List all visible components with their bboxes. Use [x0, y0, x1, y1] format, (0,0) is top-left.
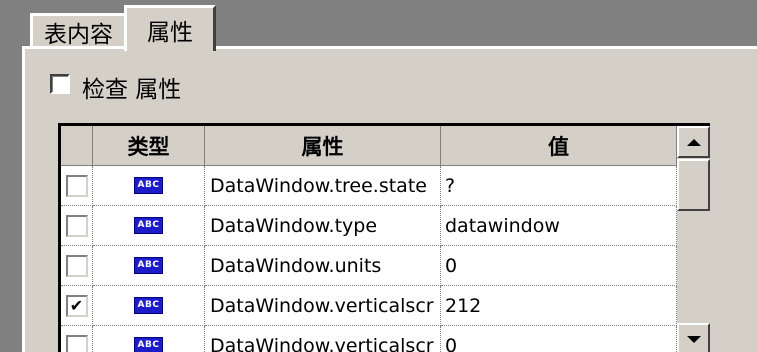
table-row[interactable]: ABC DataWindow.tree.state ?: [61, 166, 677, 206]
check-properties-label: 检查 属性: [82, 77, 182, 103]
row-checkbox[interactable]: [65, 254, 88, 277]
column-header-value[interactable]: 值: [441, 126, 677, 166]
attribute-cell[interactable]: DataWindow.verticalscr: [205, 286, 441, 326]
abc-string-icon: ABC: [133, 257, 164, 274]
value-cell[interactable]: 212: [441, 286, 677, 326]
active-tab-joint: [127, 46, 213, 50]
abc-string-icon: ABC: [133, 297, 164, 314]
row-checkbox[interactable]: [65, 214, 88, 237]
row-checkbox[interactable]: ✔: [65, 294, 88, 317]
table-row[interactable]: ✔ ABC DataWindow.verticalscr 212: [61, 286, 677, 326]
value-cell[interactable]: 0: [441, 326, 677, 352]
grid-header-corner: [61, 126, 93, 166]
attribute-cell[interactable]: DataWindow.type: [205, 206, 441, 246]
scrollbar-thumb[interactable]: [677, 159, 710, 211]
vertical-scrollbar[interactable]: [677, 126, 710, 352]
column-header-type[interactable]: 类型: [93, 126, 205, 166]
tab-properties-label: 属性: [147, 19, 193, 46]
tab-properties[interactable]: 属性: [124, 5, 216, 51]
table-row[interactable]: ABC DataWindow.type datawindow: [61, 206, 677, 246]
abc-string-icon: ABC: [133, 337, 164, 352]
attribute-cell[interactable]: DataWindow.units: [205, 246, 441, 286]
value-cell[interactable]: datawindow: [441, 206, 677, 246]
attribute-cell[interactable]: DataWindow.verticalscr: [205, 326, 441, 352]
scroll-up-button[interactable]: [677, 126, 710, 158]
tab-table-content[interactable]: 表内容: [30, 13, 127, 48]
abc-string-icon: ABC: [133, 177, 164, 194]
tab-table-content-label: 表内容: [44, 22, 113, 48]
table-row[interactable]: ABC DataWindow.units 0: [61, 246, 677, 286]
value-cell[interactable]: 0: [441, 246, 677, 286]
check-properties-checkbox[interactable]: [50, 74, 70, 94]
column-header-attribute[interactable]: 属性: [205, 126, 441, 166]
table-row[interactable]: ABC DataWindow.verticalscr 0: [61, 326, 677, 352]
row-checkbox[interactable]: [65, 334, 88, 352]
value-cell[interactable]: ?: [441, 166, 677, 206]
scroll-down-button[interactable]: [677, 323, 710, 352]
abc-string-icon: ABC: [133, 217, 164, 234]
scroll-up-arrow-icon: [686, 138, 701, 146]
properties-grid: 类型 属性 值 ABC DataWindow.tree.state ? ABC …: [58, 123, 710, 352]
row-checkbox[interactable]: [65, 174, 88, 197]
scroll-down-arrow-icon: [686, 335, 701, 343]
attribute-cell[interactable]: DataWindow.tree.state: [205, 166, 441, 206]
